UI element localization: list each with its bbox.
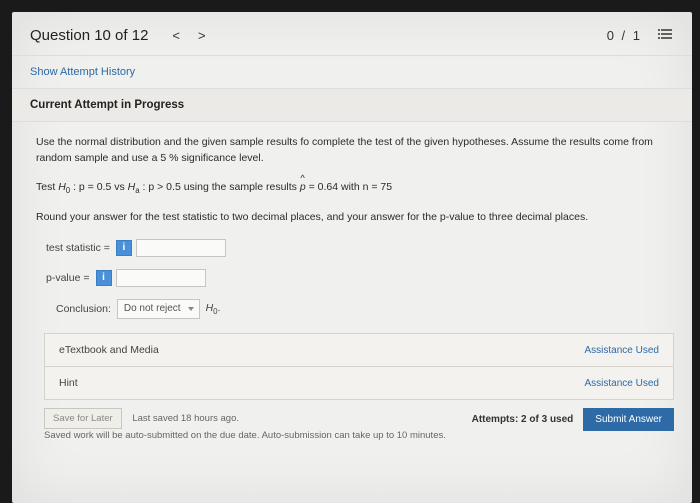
- assistance-used-badge: Assistance Used: [585, 345, 659, 356]
- info-icon[interactable]: i: [116, 240, 132, 256]
- etextbook-link[interactable]: eTextbook and Media: [59, 344, 159, 356]
- hint-link[interactable]: Hint: [59, 377, 78, 389]
- resources-panel: eTextbook and Media Assistance Used Hint…: [44, 333, 674, 400]
- save-for-later-button[interactable]: Save for Later: [44, 408, 122, 429]
- rounding-instructions: Round your answer for the test statistic…: [36, 209, 674, 225]
- p-value-label: p-value =: [46, 270, 90, 286]
- test-statistic-input[interactable]: [136, 239, 226, 257]
- attempts-counter: Attempts: 2 of 3 used: [472, 414, 574, 425]
- test-statistic-label: test statistic =: [46, 240, 110, 256]
- info-icon[interactable]: i: [96, 270, 112, 286]
- show-attempt-history-link[interactable]: Show Attempt History: [12, 55, 692, 88]
- auto-submit-note: Saved work will be auto-submitted on the…: [44, 429, 446, 442]
- assistance-used-badge: Assistance Used: [585, 378, 659, 389]
- submit-answer-button[interactable]: Submit Answer: [583, 408, 674, 431]
- conclusion-select[interactable]: Do not reject: [117, 299, 200, 319]
- next-question-button[interactable]: >: [198, 28, 206, 43]
- hypothesis-line: Test H0 : p = 0.5 vs Ha : p > 0.5 using …: [36, 179, 674, 197]
- p-value-input[interactable]: [116, 269, 206, 287]
- last-saved-text: Last saved 18 hours ago.: [132, 413, 239, 424]
- score-display: 0 / 1: [607, 28, 642, 43]
- question-list-icon[interactable]: [658, 26, 674, 45]
- prev-question-button[interactable]: <: [172, 28, 180, 43]
- attempt-status-header: Current Attempt in Progress: [12, 88, 692, 122]
- problem-intro: Use the normal distribution and the give…: [36, 134, 674, 167]
- conclusion-h0: H0.: [206, 300, 221, 318]
- question-title: Question 10 of 12: [30, 27, 148, 44]
- conclusion-label: Conclusion:: [56, 301, 111, 317]
